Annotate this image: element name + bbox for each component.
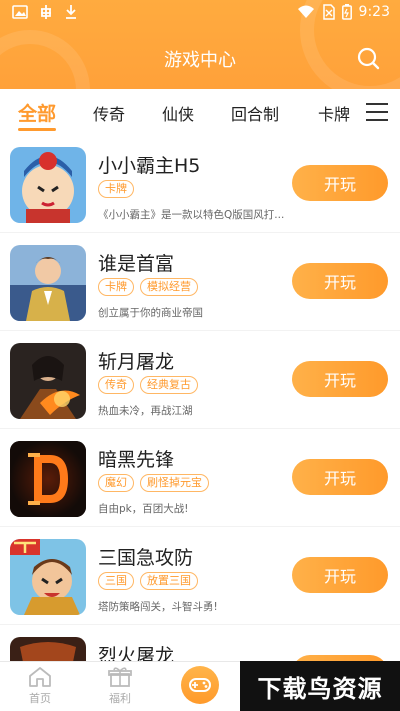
status-time: 9:23 — [358, 4, 390, 20]
game-tag: 放置三国 — [140, 572, 198, 590]
play-button[interactable]: 开玩 — [292, 459, 388, 495]
game-tags: 魔幻 刷怪掉元宝 — [98, 474, 209, 492]
nav-label: 首页 — [29, 692, 51, 705]
game-tag: 经典复古 — [140, 376, 198, 394]
game-icon — [10, 539, 86, 615]
tab-xianxia[interactable]: 仙侠 — [162, 101, 194, 125]
game-description: 热血未冷，再战江湖 — [98, 405, 193, 417]
game-tag: 卡牌 — [98, 278, 134, 296]
game-tags: 卡牌 — [98, 180, 134, 198]
game-description: 《小小霸主》是一款以特色Q版国风打... — [98, 209, 285, 221]
no-sim-icon — [322, 4, 335, 20]
game-description: 创立属于你的商业帝国 — [98, 307, 203, 319]
list-item[interactable]: 谁是首富 卡牌 模拟经营 创立属于你的商业帝国 开玩 — [0, 233, 400, 330]
menu-icon[interactable] — [366, 103, 388, 121]
list-item[interactable]: 斩月屠龙 传奇 经典复古 热血未冷，再战江湖 开玩 — [0, 331, 400, 428]
gamepad-icon — [189, 678, 211, 692]
page-title: 游戏中心 — [164, 50, 236, 71]
game-name: 小小霸主H5 — [98, 155, 201, 177]
watermark-logo: 下载鸟资源 — [240, 661, 400, 711]
game-tag: 魔幻 — [98, 474, 134, 492]
list-item[interactable]: 暗黑先锋 魔幻 刷怪掉元宝 自由pk，百团大战! 开玩 — [0, 429, 400, 526]
game-name: 暗黑先锋 — [98, 449, 175, 471]
game-name: 三国急攻防 — [98, 547, 194, 569]
game-icon — [10, 441, 86, 517]
tab-legend[interactable]: 传奇 — [93, 101, 125, 125]
game-tag: 三国 — [98, 572, 134, 590]
game-icon — [10, 245, 86, 321]
gift-icon — [108, 667, 132, 687]
game-icon — [10, 637, 86, 661]
battery-icon — [341, 4, 352, 20]
nav-label: 福利 — [109, 692, 131, 705]
game-name: 谁是首富 — [98, 253, 175, 275]
download-icon — [66, 5, 76, 19]
status-bar: 9:23 — [0, 0, 400, 28]
tab-turn-based[interactable]: 回合制 — [231, 101, 279, 125]
game-tags: 卡牌 模拟经营 — [98, 278, 198, 296]
list-item[interactable]: 烈火屠龙 开玩 — [0, 625, 400, 661]
game-tags: 三国 放置三国 — [98, 572, 198, 590]
game-icon — [10, 147, 86, 223]
list-item[interactable]: 三国急攻防 三国 放置三国 塔防策略闯关，斗智斗勇! 开玩 — [0, 527, 400, 624]
game-tag: 卡牌 — [98, 180, 134, 198]
game-tags: 传奇 经典复古 — [98, 376, 198, 394]
game-description: 自由pk，百团大战! — [98, 503, 189, 515]
game-tag: 传奇 — [98, 376, 134, 394]
game-name: 斩月屠龙 — [98, 351, 175, 373]
game-tag: 刷怪掉元宝 — [140, 474, 209, 492]
play-button[interactable]: 开玩 — [292, 165, 388, 201]
nav-home[interactable]: 首页 — [20, 666, 60, 706]
play-button[interactable]: 开玩 — [292, 361, 388, 397]
play-button[interactable]: 开玩 — [292, 557, 388, 593]
search-icon[interactable] — [356, 46, 380, 70]
list-item[interactable]: 小小霸主H5 卡牌 《小小霸主》是一款以特色Q版国风打... 开玩 — [0, 135, 400, 232]
bug-icon — [41, 5, 51, 19]
category-tabs: 全部 传奇 仙侠 回合制 卡牌 — [0, 89, 400, 135]
game-name: 烈火屠龙 — [98, 645, 175, 661]
home-icon — [29, 667, 51, 687]
game-icon — [10, 343, 86, 419]
game-list: 小小霸主H5 卡牌 《小小霸主》是一款以特色Q版国风打... 开玩 谁是首富 卡… — [0, 135, 400, 661]
wifi-icon — [297, 5, 314, 18]
nav-welfare[interactable]: 福利 — [100, 666, 140, 706]
tab-all[interactable]: 全部 — [18, 99, 56, 126]
image-icon — [12, 5, 28, 19]
play-button[interactable]: 开玩 — [292, 263, 388, 299]
game-center-screen: 9:23 游戏中心 全部 传奇 仙侠 回合制 卡牌 小小霸主H5 卡牌 《小小霸… — [0, 0, 400, 711]
header: 9:23 游戏中心 — [0, 0, 400, 89]
gamepad-button[interactable] — [181, 666, 219, 704]
tab-card[interactable]: 卡牌 — [318, 101, 350, 125]
active-tab-indicator — [18, 128, 56, 131]
game-tag: 模拟经营 — [140, 278, 198, 296]
game-description: 塔防策略闯关，斗智斗勇! — [98, 601, 218, 613]
